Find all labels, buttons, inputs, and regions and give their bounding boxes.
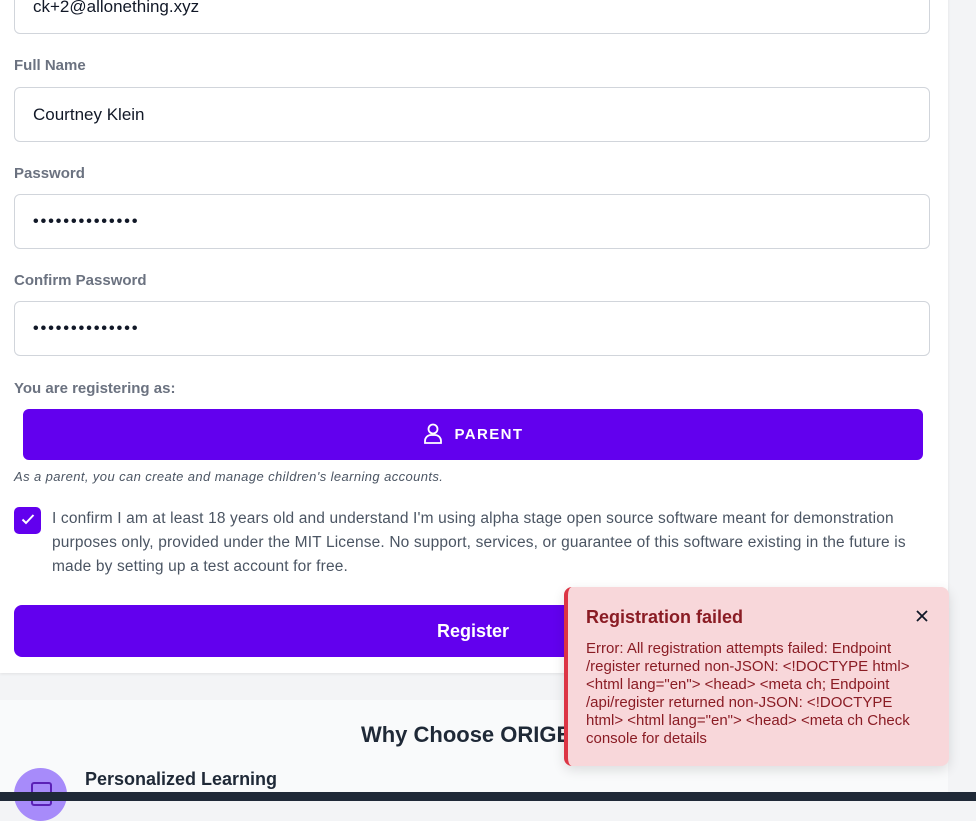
checkmark-icon (21, 512, 35, 530)
parent-role-button[interactable]: PARENT (23, 409, 923, 460)
feature-title: Personalized Learning (85, 769, 278, 789)
confirm-password-label: Confirm Password (14, 272, 147, 289)
password-field[interactable]: •••••••••••••• (14, 194, 930, 249)
taskbar-edge (0, 792, 976, 801)
age-confirm-text: I confirm I am at least 18 years old and… (52, 510, 906, 575)
error-toast: Registration failed Error: All registrat… (564, 587, 949, 766)
full-name-field[interactable]: Courtney Klein (14, 87, 930, 142)
toast-title: Registration failed (586, 607, 744, 627)
confirm-password-field[interactable]: •••••••••••••• (14, 301, 930, 356)
password-label: Password (14, 165, 85, 182)
email-field[interactable]: ck+2@allonething.xyz (14, 0, 930, 34)
email-value: ck+2@allonething.xyz (33, 0, 200, 16)
confirm-password-value: •••••••••••••• (33, 319, 140, 337)
register-button-label: Register (436, 620, 510, 641)
parent-role-label: PARENT (454, 426, 524, 443)
page-background-strip (948, 0, 976, 801)
password-value: •••••••••••••• (33, 212, 140, 230)
toast-message: Error: All registration attempts failed:… (586, 640, 910, 747)
age-confirm-checkbox[interactable] (14, 507, 41, 534)
full-name-label: Full Name (14, 57, 86, 74)
full-name-value: Courtney Klein (33, 104, 145, 124)
close-icon[interactable] (915, 609, 929, 623)
role-note: As a parent, you can create and manage c… (14, 469, 444, 484)
user-icon (423, 422, 443, 448)
role-label: You are registering as: (14, 380, 176, 397)
